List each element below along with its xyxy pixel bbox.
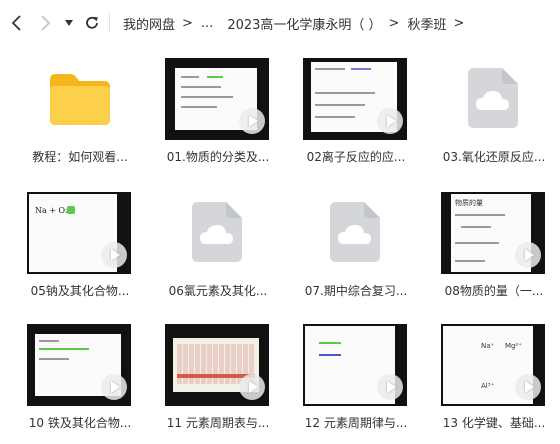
file-name: 01.物质的分类及... — [166, 150, 270, 164]
back-button[interactable] — [6, 12, 26, 34]
refresh-icon — [86, 16, 98, 29]
play-icon — [101, 374, 127, 400]
file-name: 03.氧化还原反应... — [442, 150, 546, 164]
play-icon — [377, 374, 403, 400]
breadcrumb-separator: > — [453, 15, 465, 31]
file-item-video[interactable]: 物质的量 08物质的量（一... — [428, 190, 560, 302]
refresh-button[interactable] — [82, 12, 102, 34]
file-item-video[interactable]: Na + O₂ 05钠及其化合物... — [14, 190, 146, 302]
breadcrumb-current[interactable]: 秋季班 — [407, 14, 446, 33]
history-dropdown-button[interactable] — [61, 12, 77, 34]
caret-down-icon — [65, 20, 73, 26]
file-item-video[interactable]: 11 元素周期表与... — [152, 322, 284, 434]
play-icon — [377, 108, 403, 134]
forward-button[interactable] — [36, 12, 56, 34]
chevron-left-icon — [11, 15, 21, 31]
file-item-video[interactable]: Na⁺ Mg²⁺ Al³⁺ 13 化学键、基础... — [428, 322, 560, 434]
file-item-cloud-file[interactable]: 07.期中综合复习... — [290, 190, 422, 302]
video-thumbnail: Na⁺ Mg²⁺ Al³⁺ — [441, 324, 545, 406]
folder-icon — [46, 70, 114, 128]
thumb-text: Al³⁺ — [481, 382, 495, 390]
file-name: 02离子反应的应... — [306, 150, 406, 164]
cloud-file-icon — [328, 200, 382, 264]
cloud-file-icon — [190, 200, 244, 264]
play-icon — [239, 374, 265, 400]
play-icon — [515, 374, 541, 400]
file-name: 10 铁及其化合物... — [28, 416, 132, 430]
navigation-bar: 我的网盘 > ... 2023高一化学康永明（ ） > 秋季班 > — [0, 0, 560, 46]
file-item-video[interactable]: 02离子反应的应... — [290, 56, 422, 168]
thumb-text: Mg²⁺ — [505, 342, 522, 350]
video-thumbnail: 物质的量 — [441, 192, 545, 274]
thumb-text: Na⁺ — [481, 342, 495, 350]
breadcrumb-parent[interactable]: 2023高一化学康永明（ ） — [227, 14, 381, 33]
file-name: 05钠及其化合物... — [30, 284, 130, 298]
file-name: 13 化学键、基础... — [442, 416, 546, 430]
play-icon — [515, 242, 541, 268]
file-item-video[interactable]: 01.物质的分类及... — [152, 56, 284, 168]
chevron-right-icon — [41, 15, 51, 31]
breadcrumb-separator: > — [182, 15, 193, 31]
file-item-video[interactable]: 12 元素周期律与... — [290, 322, 422, 434]
video-thumbnail — [165, 58, 269, 140]
file-name: 12 元素周期律与... — [304, 416, 408, 430]
breadcrumb-root[interactable]: 我的网盘 — [123, 14, 175, 33]
file-name: 08物质的量（一... — [444, 284, 544, 298]
thumb-text: Na + O₂ — [35, 206, 69, 215]
toolbar-divider — [109, 13, 110, 33]
cloud-file-icon — [466, 66, 520, 130]
file-name: 06氯元素及其化... — [168, 284, 268, 298]
video-thumbnail — [165, 324, 269, 406]
file-name: 07.期中综合复习... — [304, 284, 408, 298]
breadcrumb-ellipsis[interactable]: ... — [201, 16, 213, 31]
play-icon — [239, 108, 265, 134]
file-name: 教程：如何观看... — [32, 150, 128, 164]
video-thumbnail — [27, 324, 131, 406]
file-name: 11 元素周期表与... — [166, 416, 270, 430]
breadcrumb: 我的网盘 > ... 2023高一化学康永明（ ） > 秋季班 > — [123, 13, 472, 33]
video-thumbnail — [303, 324, 407, 406]
file-item-video[interactable]: 10 铁及其化合物... — [14, 322, 146, 434]
file-item-folder[interactable]: 教程：如何观看... — [14, 56, 146, 168]
video-thumbnail: Na + O₂ — [27, 192, 131, 274]
video-thumbnail — [303, 58, 407, 140]
file-item-cloud-file[interactable]: 03.氧化还原反应... — [428, 56, 560, 168]
breadcrumb-separator: > — [388, 15, 400, 31]
file-item-cloud-file[interactable]: 06氯元素及其化... — [152, 190, 284, 302]
thumb-text: 物质的量 — [455, 199, 483, 207]
play-icon — [101, 242, 127, 268]
